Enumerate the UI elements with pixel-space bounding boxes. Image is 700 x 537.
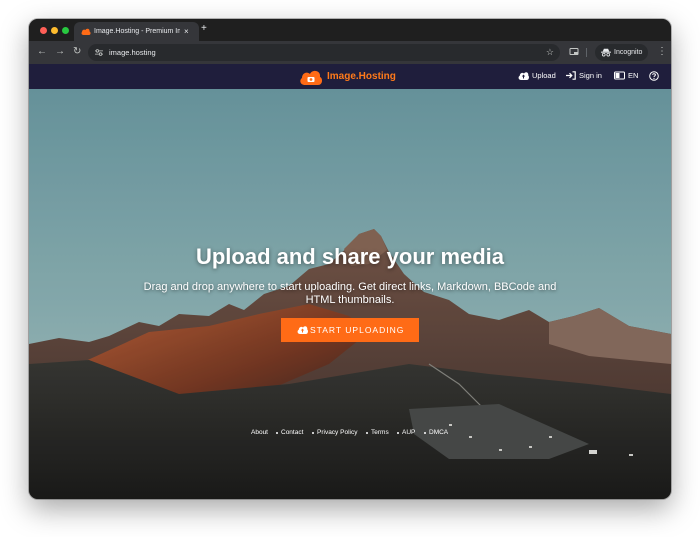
new-tab-button[interactable]: + <box>201 23 207 35</box>
incognito-badge[interactable]: Incognito <box>595 44 648 61</box>
cloud-upload-icon <box>297 326 308 334</box>
footer-link-terms[interactable]: Terms <box>371 427 389 439</box>
hero-headline: Upload and share your media <box>195 244 505 269</box>
back-icon[interactable]: ← <box>37 45 47 59</box>
footer-link-contact[interactable]: Contact <box>281 427 303 439</box>
start-uploading-label: START UPLOADING <box>310 325 405 335</box>
sign-in-label: Sign in <box>579 71 602 80</box>
address-bar[interactable]: image.hosting ☆ <box>88 44 560 61</box>
tab-close-icon[interactable]: × <box>184 26 189 37</box>
close-window-button[interactable] <box>40 27 47 34</box>
browser-toolbar: ← → ↻ image.hosting ☆ Incognito ⋮ <box>29 41 671 64</box>
footer-separator <box>397 432 399 434</box>
footer-separator <box>424 432 426 434</box>
cast-icon[interactable] <box>569 47 579 57</box>
language-icon <box>614 71 625 80</box>
tab-title: Image.Hosting - Premium Ima <box>94 28 180 35</box>
upload-label: Upload <box>532 71 556 80</box>
browser-window: Image.Hosting - Premium Ima × + ← → ↻ im… <box>29 19 671 499</box>
minimize-window-button[interactable] <box>51 27 58 34</box>
footer-separator <box>366 432 368 434</box>
footer-links: About Contact Privacy Policy Terms AUP D… <box>29 427 671 439</box>
footer-separator <box>276 432 278 434</box>
footer-link-dmca[interactable]: DMCA <box>429 427 448 439</box>
reload-icon[interactable]: ↻ <box>73 45 81 59</box>
tab-image-hosting[interactable]: Image.Hosting - Premium Ima × <box>74 22 199 41</box>
brand-name: Image.Hosting <box>327 71 396 82</box>
page-viewport: Image.Hosting Upload Sign in EN Upload a… <box>29 64 671 499</box>
tune-icon[interactable] <box>95 48 103 57</box>
forward-icon[interactable]: → <box>55 45 65 59</box>
incognito-icon <box>601 48 611 57</box>
footer-link-aup[interactable]: AUP <box>402 427 415 439</box>
cloud-camera-icon <box>300 70 323 85</box>
help-icon[interactable] <box>649 71 659 81</box>
language-label: EN <box>628 71 639 80</box>
browser-menu-icon[interactable]: ⋮ <box>657 45 667 59</box>
site-navbar: Image.Hosting Upload Sign in EN <box>29 64 671 89</box>
cloud-upload-icon <box>518 72 529 80</box>
toolbar-divider <box>586 48 587 57</box>
footer-separator <box>312 432 314 434</box>
upload-link[interactable]: Upload <box>518 70 558 82</box>
star-icon[interactable]: ☆ <box>546 46 554 58</box>
language-selector[interactable]: EN <box>614 70 642 82</box>
sign-in-link[interactable]: Sign in <box>566 70 606 82</box>
hero-subtitle: Drag and drop anywhere to start uploadin… <box>143 281 557 306</box>
sign-in-icon <box>566 71 576 80</box>
cloud-favicon-icon <box>81 28 91 35</box>
incognito-label: Incognito <box>614 49 643 56</box>
maximize-window-button[interactable] <box>62 27 69 34</box>
start-uploading-button[interactable]: START UPLOADING <box>281 318 419 342</box>
footer-link-about[interactable]: About <box>251 427 268 439</box>
footer-link-privacy-policy[interactable]: Privacy Policy <box>317 427 357 439</box>
url-text[interactable]: image.hosting <box>109 47 156 58</box>
tab-strip: Image.Hosting - Premium Ima × + <box>29 19 671 41</box>
